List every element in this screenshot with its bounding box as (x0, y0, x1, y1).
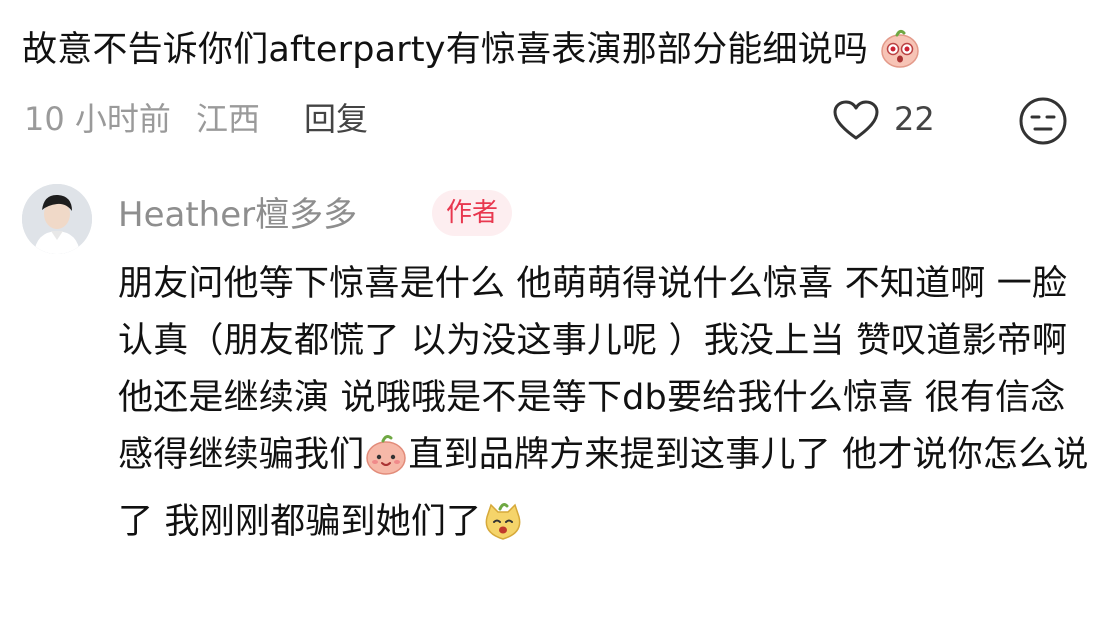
comment-text: 故意不告诉你们afterparty有惊喜表演那部分能细说吗 (22, 30, 869, 70)
avatar[interactable] (22, 184, 92, 254)
reply-button[interactable]: 回复 (304, 96, 368, 142)
comment-time: 10 小时前 (24, 100, 171, 138)
comment-text-row: 故意不告诉你们afterparty有惊喜表演那部分能细说吗 (22, 24, 1102, 84)
reply-text: 朋友问他等下惊喜是什么 他萌萌得说什么惊喜 不知道啊 一脸认真（朋友都慌了 以为… (118, 256, 1093, 561)
author-badge: 作者 (432, 190, 513, 236)
like-count: 22 (894, 100, 935, 138)
heart-outline-icon (832, 100, 880, 154)
comment-meta-row: 10 小时前 江西 回复 22 (24, 96, 1094, 145)
reply-item: Heather檀多多 作者 朋友问他等下惊喜是什么 他萌萌得说什么惊喜 不知道啊… (22, 184, 1102, 642)
smiling-peach-emoji-icon (364, 432, 408, 494)
reply-author-name[interactable]: Heather檀多多 (118, 192, 357, 238)
comment-location: 江西 (196, 100, 261, 138)
surprised-peach-emoji-icon (879, 27, 921, 84)
happy-cat-emoji-icon (481, 499, 525, 561)
neutral-face-icon[interactable] (1018, 96, 1068, 158)
